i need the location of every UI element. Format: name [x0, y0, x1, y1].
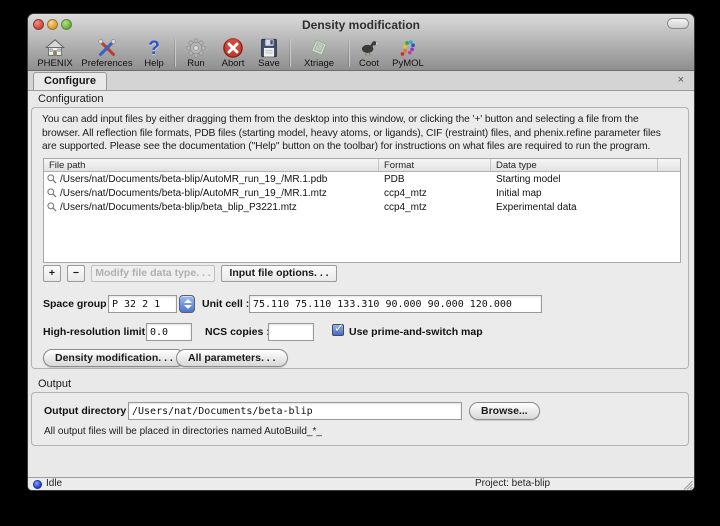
- input-files-description: You can add input files by either draggi…: [42, 113, 670, 154]
- data-type-cell: Experimental data: [491, 202, 658, 213]
- prime-switch-label: Use prime-and-switch map: [349, 326, 483, 338]
- toolbar-pymol-button[interactable]: PyMOL: [386, 35, 430, 69]
- toolbar-xtriage-button[interactable]: Xtriage: [293, 35, 345, 69]
- toolbar-save-button[interactable]: Save: [252, 35, 286, 69]
- magnifier-icon[interactable]: [47, 174, 57, 184]
- toolbar-separator: [348, 39, 349, 67]
- help-question-icon: ?: [143, 37, 165, 59]
- status-text: Idle: [46, 478, 62, 489]
- pymol-ribbon-icon: [397, 37, 419, 59]
- file-path-cell: /Users/nat/Documents/beta-blip/AutoMR_ru…: [60, 188, 327, 199]
- abort-x-icon: [222, 37, 244, 59]
- density-modification-window: Density modification PHENIX: [28, 14, 694, 490]
- toolbar-separator: [289, 39, 290, 67]
- checkmark-icon: ✓: [334, 321, 344, 335]
- status-dot-icon: [33, 480, 42, 489]
- column-header-file-path[interactable]: File path: [44, 159, 379, 171]
- add-file-button[interactable]: +: [43, 265, 61, 282]
- toolbar-coot-button[interactable]: Coot: [352, 35, 386, 69]
- space-group-label: Space group :: [43, 298, 113, 310]
- coot-bird-icon: [358, 37, 380, 59]
- configuration-groupbox: You can add input files by either draggi…: [31, 107, 689, 369]
- data-type-cell: Initial map: [491, 188, 658, 199]
- preferences-tools-icon: [96, 37, 118, 59]
- file-path-cell: /Users/nat/Documents/beta-blip/AutoMR_ru…: [60, 174, 327, 185]
- table-row[interactable]: /Users/nat/Documents/beta-blip/AutoMR_ru…: [44, 172, 680, 186]
- save-floppy-icon: [258, 37, 280, 59]
- space-group-input[interactable]: [108, 295, 177, 313]
- column-header-data-type[interactable]: Data type: [491, 159, 658, 171]
- toolbar-separator: [174, 39, 175, 67]
- magnifier-icon[interactable]: [47, 188, 57, 198]
- input-files-table[interactable]: File path Format Data type /Users/nat/Do…: [43, 158, 681, 263]
- toolbar-abort-button[interactable]: Abort: [214, 35, 252, 69]
- resize-grip[interactable]: [682, 479, 693, 490]
- prime-switch-checkbox[interactable]: ✓: [332, 324, 344, 336]
- status-bar: Idle Project: beta-blip: [28, 477, 694, 490]
- space-group-stepper[interactable]: [179, 295, 195, 313]
- toolbar-help-button[interactable]: ? Help: [137, 35, 171, 69]
- stepper-up-icon: [184, 299, 192, 303]
- high-resolution-limit-label: High-resolution limit :: [43, 326, 152, 338]
- output-directory-input[interactable]: [128, 402, 462, 420]
- toolbar-run-button[interactable]: Run: [178, 35, 214, 69]
- column-header-format[interactable]: Format: [379, 159, 491, 171]
- table-row[interactable]: /Users/nat/Documents/beta-blip/beta_blip…: [44, 200, 680, 214]
- remove-file-button[interactable]: −: [67, 265, 85, 282]
- xtriage-crystal-icon: [308, 37, 330, 59]
- column-header-spacer: [658, 159, 680, 171]
- toolbar-phenix-button[interactable]: PHENIX: [33, 35, 77, 69]
- tab-configure[interactable]: Configure: [33, 72, 107, 90]
- phenix-home-icon: [44, 37, 66, 59]
- window-title: Density modification: [28, 18, 694, 32]
- format-cell: ccp4_mtz: [379, 202, 491, 213]
- all-parameters-button[interactable]: All parameters. . .: [176, 349, 288, 367]
- unit-cell-input[interactable]: [249, 295, 542, 313]
- format-cell: ccp4_mtz: [379, 188, 491, 199]
- table-header-row: File path Format Data type: [44, 159, 680, 172]
- table-row[interactable]: /Users/nat/Documents/beta-blip/AutoMR_ru…: [44, 186, 680, 200]
- file-path-cell: /Users/nat/Documents/beta-blip/beta_blip…: [60, 202, 297, 213]
- output-note: All output files will be placed in direc…: [44, 426, 322, 437]
- toolbar-preferences-button[interactable]: Preferences: [77, 35, 137, 69]
- output-groupbox: Output directory : Browse... All output …: [31, 392, 689, 446]
- format-cell: PDB: [379, 174, 491, 185]
- input-file-options-button[interactable]: Input file options. . .: [221, 265, 337, 282]
- density-modification-button[interactable]: Density modification. . .: [43, 349, 185, 367]
- tab-close-icon[interactable]: ×: [678, 74, 684, 86]
- data-type-cell: Starting model: [491, 174, 658, 185]
- run-gear-icon: [185, 37, 207, 59]
- output-directory-label: Output directory :: [44, 405, 133, 417]
- ncs-copies-input[interactable]: [268, 323, 314, 341]
- toolbar-toggle-pill-button[interactable]: [667, 18, 689, 29]
- ncs-copies-label: NCS copies :: [205, 326, 270, 338]
- toolbar: PHENIX Preferences ? Help: [28, 36, 694, 71]
- title-bar: Density modification: [28, 14, 694, 36]
- magnifier-icon[interactable]: [47, 202, 57, 212]
- configuration-section-title: Configuration: [38, 93, 103, 105]
- stepper-down-icon: [184, 305, 192, 309]
- modify-file-data-type-button[interactable]: Modify file data type. . .: [91, 265, 215, 282]
- high-resolution-limit-input[interactable]: [146, 323, 192, 341]
- tab-bar: Configure ×: [28, 71, 694, 91]
- project-label: Project: beta-blip: [475, 478, 550, 489]
- unit-cell-label: Unit cell :: [202, 298, 249, 310]
- output-section-title: Output: [38, 378, 71, 390]
- browse-button[interactable]: Browse...: [469, 402, 540, 420]
